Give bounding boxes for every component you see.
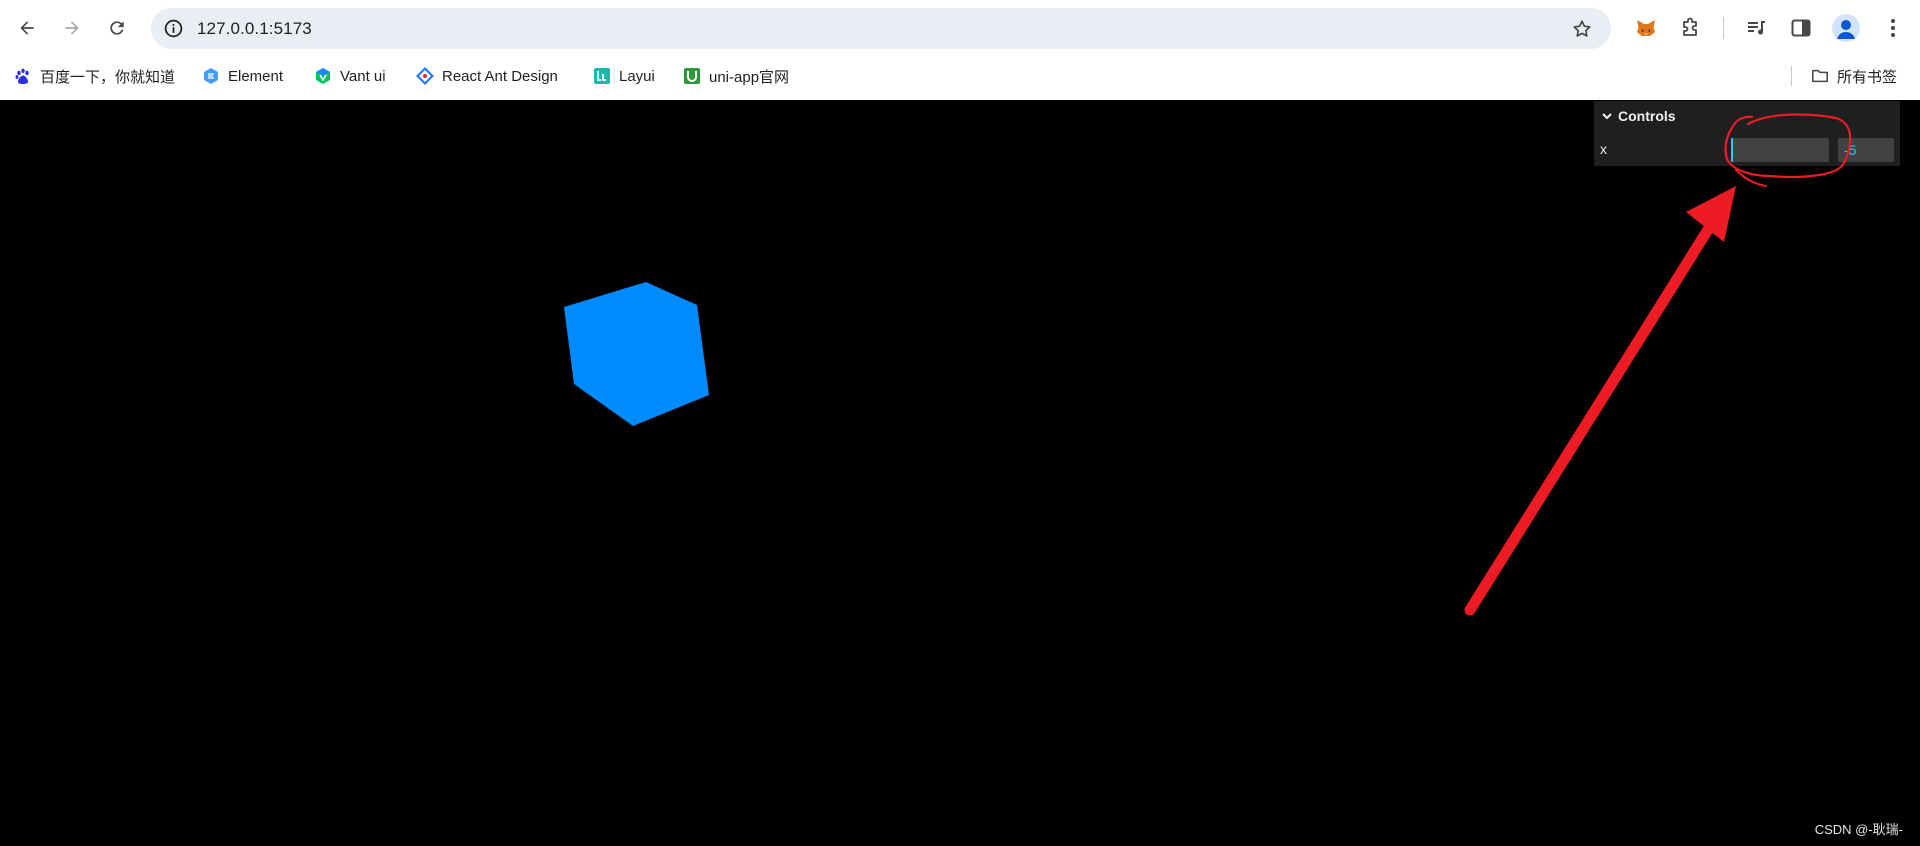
element-icon <box>202 67 220 85</box>
browser-chrome: 127.0.0.1:5173 百度一下，你就知道 Element Vant ui… <box>0 0 1920 100</box>
bookmark-uniapp[interactable]: uni-app官网 <box>683 64 789 88</box>
arrow-left-icon <box>20 21 34 35</box>
control-x-label: x <box>1600 141 1607 157</box>
bookmark-star-icon[interactable] <box>1571 18 1593 40</box>
fox-icon <box>1637 20 1655 36</box>
profile-avatar[interactable] <box>1832 14 1860 42</box>
back-button[interactable] <box>10 11 44 45</box>
watermark: CSDN @-耿瑞- <box>1814 822 1903 837</box>
layui-icon <box>593 67 611 85</box>
url-text[interactable]: 127.0.0.1:5173 <box>197 19 312 39</box>
person-icon <box>1837 20 1855 39</box>
all-bookmarks-button[interactable]: 所有书签 <box>1811 64 1897 88</box>
address-bar[interactable]: 127.0.0.1:5173 <box>151 8 1611 49</box>
reload-icon <box>110 21 124 35</box>
all-bookmarks-label: 所有书签 <box>1837 68 1898 86</box>
controls-panel: Controls x -5 <box>1594 101 1900 166</box>
toolbar-separator <box>1723 17 1724 39</box>
site-info-icon[interactable] <box>163 18 184 39</box>
reload-button[interactable] <box>100 11 134 45</box>
metamask-extension-button[interactable] <box>1632 14 1660 42</box>
chevron-down-icon <box>1602 113 1612 120</box>
bookmark-layui[interactable]: Layui <box>593 64 655 88</box>
forward-button[interactable] <box>55 11 89 45</box>
x-slider-fill <box>1731 138 1733 162</box>
media-controls-button[interactable] <box>1743 14 1771 42</box>
blue-cube <box>564 282 709 426</box>
control-row-x: x -5 <box>1594 134 1900 164</box>
x-slider[interactable] <box>1731 138 1829 162</box>
bookmark-label: 百度一下，你就知道 <box>40 68 176 86</box>
bookmark-label: React Ant Design <box>442 67 558 85</box>
more-vert-icon <box>1891 19 1895 37</box>
bookmark-vant[interactable]: Vant ui <box>314 64 386 88</box>
media-queue-icon <box>1748 21 1765 35</box>
controls-title[interactable]: Controls <box>1594 101 1900 131</box>
folder-icon <box>1811 67 1829 85</box>
browser-toolbar: 127.0.0.1:5173 <box>0 0 1920 56</box>
bookmark-label: Vant ui <box>340 67 386 85</box>
ant-design-icon <box>416 67 434 85</box>
bookmark-label: Element <box>228 67 284 85</box>
bookmark-element[interactable]: Element <box>202 64 283 88</box>
webgl-canvas[interactable] <box>0 101 1920 846</box>
arrow-right-icon <box>65 21 79 35</box>
x-number-input[interactable]: -5 <box>1838 138 1894 162</box>
bookmark-react-ant-design[interactable]: React Ant Design <box>416 64 558 88</box>
controls-title-label: Controls <box>1618 108 1676 124</box>
baidu-icon <box>14 67 32 85</box>
uniapp-icon <box>683 67 701 85</box>
browser-menu-button[interactable] <box>1879 14 1907 42</box>
bookmarks-bar: 百度一下，你就知道 Element Vant ui React Ant Desi… <box>0 58 1920 94</box>
bookmark-label: Layui <box>619 67 655 85</box>
puzzle-icon <box>1683 17 1697 36</box>
vant-icon <box>314 67 332 85</box>
bookmarks-separator <box>1791 66 1792 86</box>
side-panel-icon <box>1791 19 1811 37</box>
bookmark-label: uni-app官网 <box>709 68 790 86</box>
bookmark-baidu[interactable]: 百度一下，你就知道 <box>14 64 175 88</box>
side-panel-button[interactable] <box>1787 14 1815 42</box>
extensions-button[interactable] <box>1677 14 1705 42</box>
